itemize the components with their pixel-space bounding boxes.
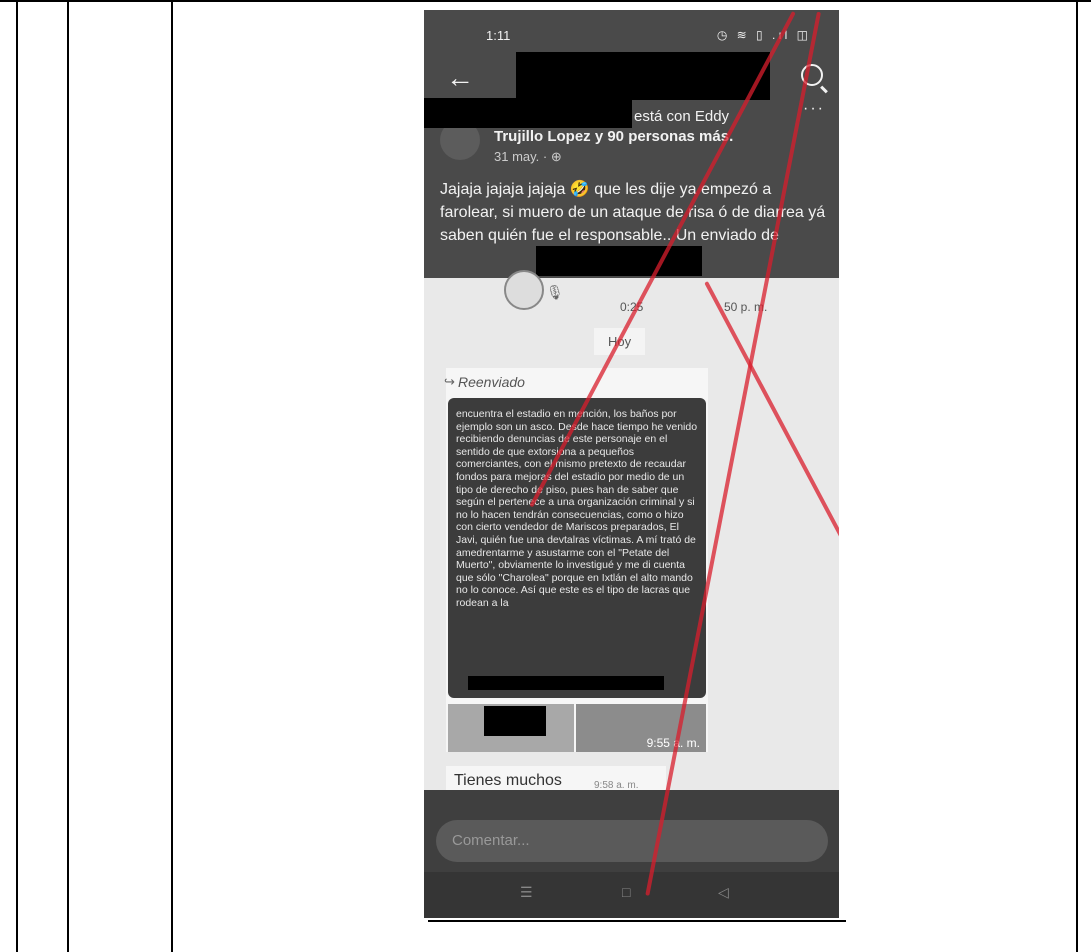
home-icon[interactable]: □ [622,884,630,900]
image-underline [428,920,846,922]
comment-input[interactable]: Comentar... [436,820,828,862]
voice-avatar [504,270,544,310]
forward-icon: ↪ [444,374,455,389]
attached-image-2[interactable]: 9:55 a. m. [576,704,706,752]
forwarded-label: Reenviado [458,374,525,390]
redaction-image [484,706,546,736]
nav-back-icon[interactable]: ◁ [718,884,729,901]
android-nav-bar: ☰ □ ◁ [424,872,839,918]
table-border-1 [16,0,18,952]
post-date: 31 may. · ⊕ [494,149,562,164]
post-actor-suffix: está con Eddy [634,108,730,125]
status-time: 1:11 [486,28,511,43]
table-border-4 [1076,0,1078,952]
more-options-icon[interactable]: ··· [803,100,825,118]
phone-screenshot: 1:11 ◷ ≋ ▯ .ıl ◫ ← ··· está con Eddy Tru… [424,10,839,918]
next-message-text: Tienes muchos [454,772,562,789]
redaction-title [516,52,770,100]
forwarded-text: encuentra el estadio en mención, los bañ… [456,408,698,609]
table-border-3 [171,0,173,952]
status-icons: ◷ ≋ ▯ .ıl ◫ [716,28,811,42]
post-text: Jajaja jajaja jajaja 🤣 que les dije ya e… [440,181,826,244]
attached-image-1[interactable] [448,704,574,752]
table-border-2 [67,0,69,952]
mic-icon: 🎙 [546,284,564,300]
redaction-author [424,98,632,128]
redaction-forwarded [468,676,664,690]
redaction-sender [536,246,702,276]
forwarded-message: ↪ Reenviado encuentra el estadio en menc… [444,368,708,752]
comment-placeholder: Comentar... [452,832,530,849]
forwarded-text-box: encuentra el estadio en mención, los bañ… [448,398,706,698]
table-top-border [0,0,1091,2]
comment-bar: Comentar... ☰ □ ◁ [424,790,839,918]
post-actor-line: Trujillo Lopez y 90 personas más. [494,128,734,145]
recents-icon[interactable]: ☰ [520,884,533,901]
red-marker-stroke [704,281,839,778]
back-arrow-icon[interactable]: ← [446,62,474,94]
